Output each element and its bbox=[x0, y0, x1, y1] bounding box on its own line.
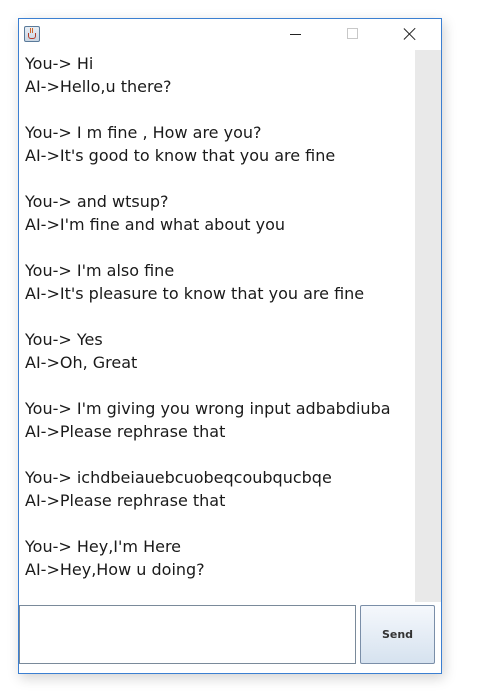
chat-message-line: AI->Please rephrase that bbox=[25, 422, 226, 441]
chat-message-line: You-> Hi bbox=[25, 54, 94, 73]
chat-text-area: You-> Hi AI->Hello,u there? You-> I m fine… bbox=[25, 52, 415, 581]
chat-blank-line bbox=[25, 167, 415, 190]
java-cup-icon[interactable] bbox=[24, 26, 40, 42]
message-input[interactable] bbox=[19, 605, 356, 664]
chat-window: You-> Hi AI->Hello,u there? You-> I m fine… bbox=[18, 18, 442, 674]
chat-blank-line bbox=[25, 305, 415, 328]
chat-blank-line bbox=[25, 236, 415, 259]
chat-message-line: AI->It's good to know that you are fine bbox=[25, 146, 336, 165]
chat-blank-line bbox=[25, 374, 415, 397]
chat-message-line: AI->Oh, Great bbox=[25, 353, 138, 372]
minimize-button[interactable] bbox=[273, 19, 319, 50]
chat-message-line: You-> I'm giving you wrong input adbabdi… bbox=[25, 399, 391, 418]
chat-blank-line bbox=[25, 512, 415, 535]
chat-message-line: You-> I'm also fine bbox=[25, 261, 175, 280]
java-cup-icon-part bbox=[28, 33, 36, 39]
send-button[interactable]: Send bbox=[360, 605, 435, 664]
chat-blank-line bbox=[25, 443, 415, 466]
chat-message-line: AI->Hey,How u doing? bbox=[25, 560, 205, 579]
chat-blank-line bbox=[25, 98, 415, 121]
chat-message-line: You-> and wtsup? bbox=[25, 192, 169, 211]
chat-message-line: AI->I'm fine and what about you bbox=[25, 215, 286, 234]
title-bar[interactable] bbox=[19, 19, 441, 50]
chat-message-line: You-> ichdbeiauebcuobeqcoubqucbqe bbox=[25, 468, 332, 487]
chat-message-line: You-> Yes bbox=[25, 330, 103, 349]
chat-message-line: AI->Hello,u there? bbox=[25, 77, 172, 96]
vertical-scrollbar[interactable] bbox=[415, 50, 441, 602]
minimize-icon bbox=[290, 34, 301, 35]
chat-message-line: You-> Hey,I'm Here bbox=[25, 537, 182, 556]
maximize-icon bbox=[347, 28, 358, 39]
chat-message-line: AI->It's pleasure to know that you are f… bbox=[25, 284, 365, 303]
chat-transcript[interactable]: You-> Hi AI->Hello,u there? You-> I m fine… bbox=[19, 50, 415, 602]
chat-message-line: You-> I m fine , How are you? bbox=[25, 123, 262, 142]
maximize-button[interactable] bbox=[330, 19, 376, 50]
close-button[interactable] bbox=[387, 19, 433, 50]
chat-message-line: AI->Please rephrase that bbox=[25, 491, 226, 510]
close-icon bbox=[404, 28, 416, 40]
